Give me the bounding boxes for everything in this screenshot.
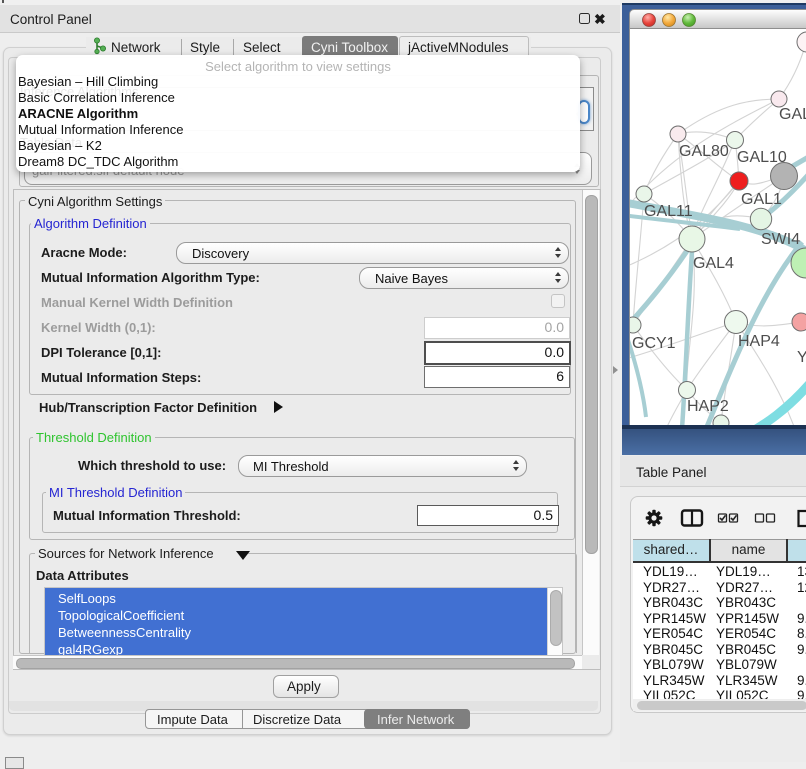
svg-text:SWI4: SWI4 (761, 231, 800, 248)
svg-text:GAL80: GAL80 (679, 143, 729, 160)
svg-text:HAP2: HAP2 (687, 398, 729, 415)
svg-text:GAL10: GAL10 (737, 149, 787, 166)
svg-text:GAL4: GAL4 (693, 255, 734, 272)
svg-text:GAL7: GAL7 (779, 106, 806, 123)
svg-text:GAL11: GAL11 (644, 203, 693, 220)
svg-text:Y: Y (797, 349, 806, 366)
svg-text:HAP4: HAP4 (738, 333, 780, 350)
svg-text:GAL1: GAL1 (741, 191, 782, 208)
svg-text:GCY1: GCY1 (632, 335, 676, 352)
